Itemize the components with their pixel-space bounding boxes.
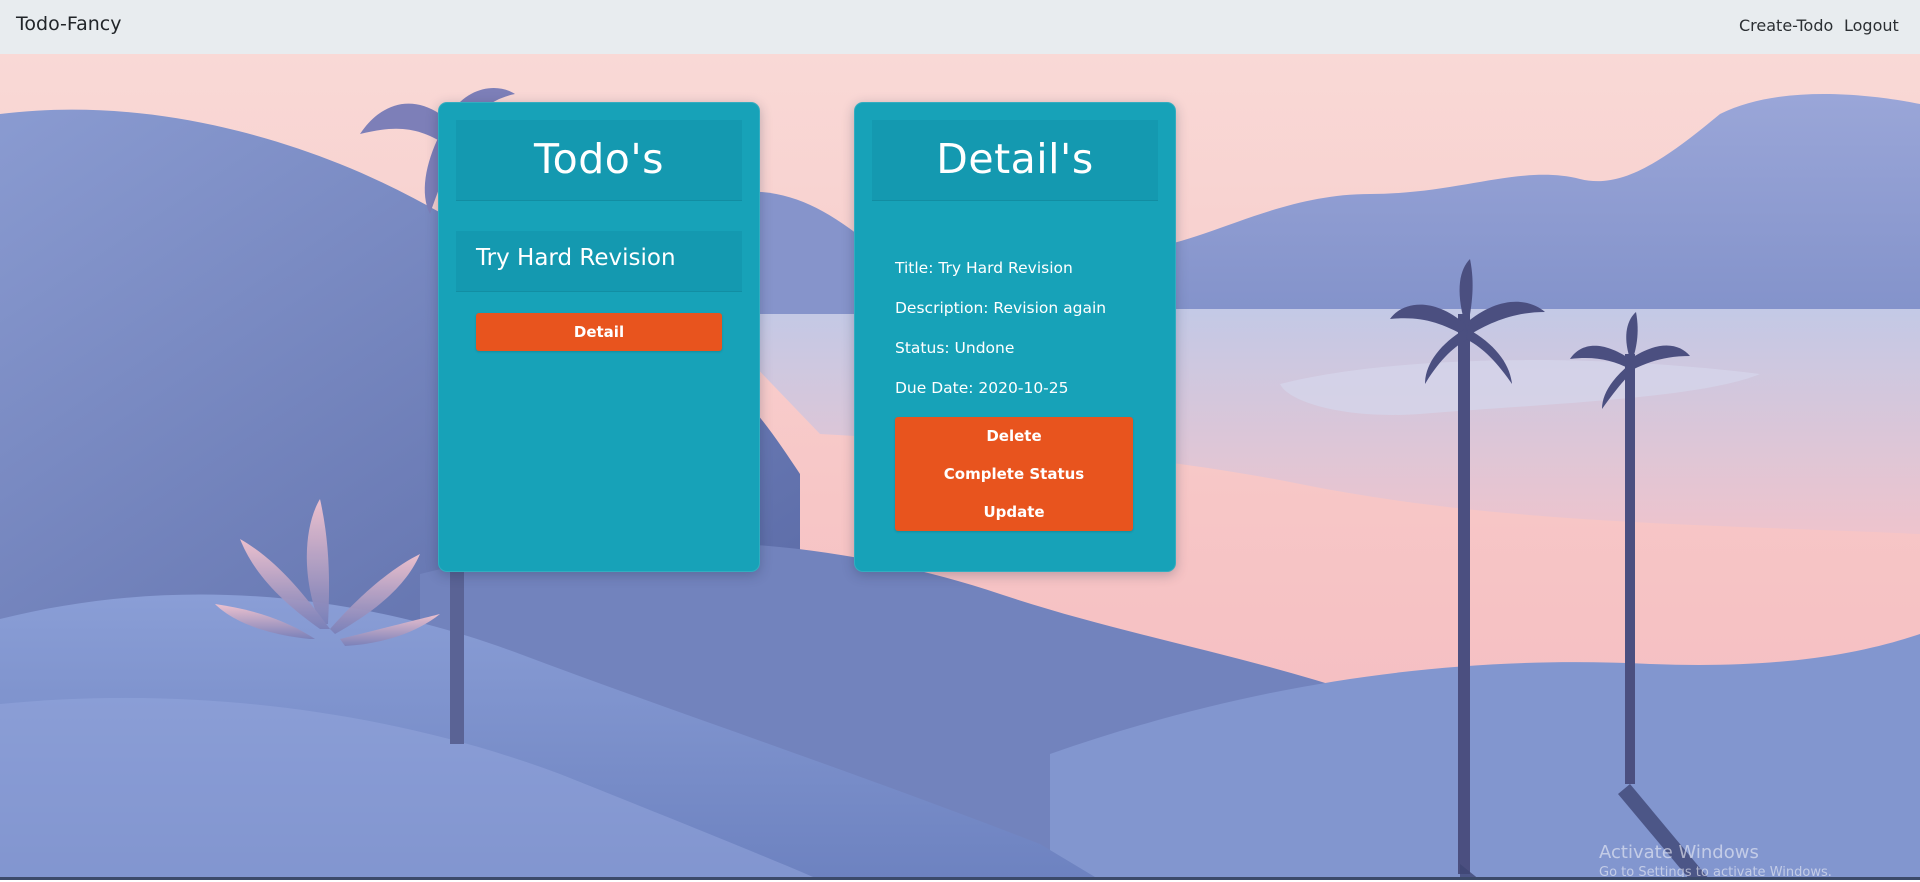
detail-status-text: Status: Undone <box>895 339 1015 357</box>
delete-button[interactable]: Delete <box>895 417 1133 455</box>
detail-button[interactable]: Detail <box>476 313 722 351</box>
activation-watermark: Activate Windows Go to Settings to activ… <box>1599 842 1832 882</box>
todo-list-item[interactable]: Try Hard Revision <box>456 231 742 292</box>
todo-item-title: Try Hard Revision <box>476 245 676 271</box>
detail-title-text: Title: Try Hard Revision <box>895 259 1073 277</box>
todos-card: Todo's Try Hard Revision Detail <box>438 102 760 572</box>
detail-description-text: Description: Revision again <box>895 299 1107 317</box>
complete-status-button[interactable]: Complete Status <box>895 455 1133 493</box>
detail-due-date-text: Due Date: 2020-10-25 <box>895 379 1069 397</box>
watermark-title: Activate Windows <box>1599 842 1759 863</box>
update-button[interactable]: Update <box>895 493 1133 531</box>
details-heading: Detail's <box>872 120 1158 201</box>
create-todo-link[interactable]: Create-Todo <box>1739 16 1833 35</box>
details-card: Detail's Title: Try Hard Revision Descri… <box>854 102 1176 572</box>
todos-heading: Todo's <box>456 120 742 201</box>
brand-logo[interactable]: Todo-Fancy <box>16 13 121 35</box>
logout-link[interactable]: Logout <box>1844 16 1899 35</box>
navbar: Todo-Fancy Create-Todo Logout <box>0 0 1920 54</box>
detail-actions-group: Delete Complete Status Update <box>895 417 1133 531</box>
